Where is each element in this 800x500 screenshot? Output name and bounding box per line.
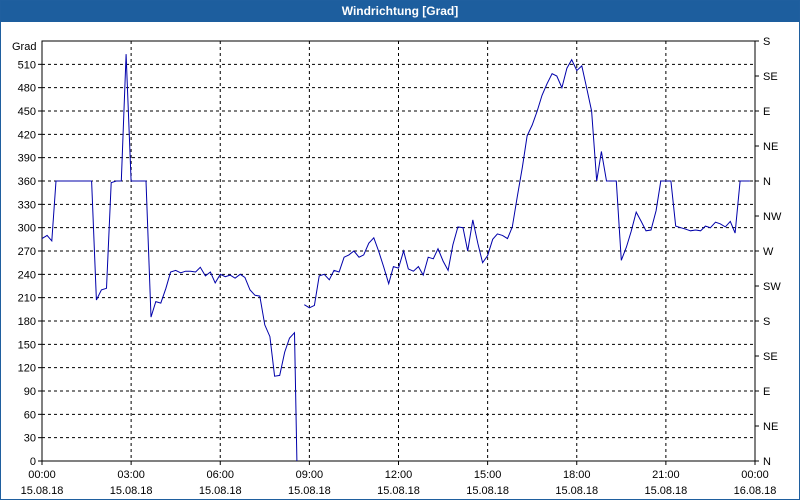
x-tick-date: 15.08.18: [644, 485, 687, 497]
compass-tick-label: E: [763, 106, 770, 118]
x-tick-date: 15.08.18: [110, 485, 153, 497]
compass-tick-label: SW: [763, 281, 781, 293]
compass-tick-label: S: [763, 316, 770, 328]
y-tick-label: 60: [24, 409, 36, 421]
y-tick-label: 0: [30, 456, 36, 468]
y-tick-label: 240: [18, 269, 36, 281]
x-tick-time: 15:00: [474, 469, 502, 481]
compass-tick-label: NE: [763, 421, 778, 433]
x-tick-date: 15.08.18: [466, 485, 509, 497]
compass-tick-label: N: [763, 176, 771, 188]
y-tick-label: 180: [18, 316, 36, 328]
compass-tick-label: S: [763, 36, 770, 48]
series-line: [41, 54, 298, 462]
x-tick-time: 12:00: [385, 469, 413, 481]
y-tick-label: 270: [18, 246, 36, 258]
y-tick-label: 360: [18, 176, 36, 188]
x-tick-time: 21:00: [652, 469, 680, 481]
wind-direction-chart: 0 30 60 90 120 150 180 210 240 270 300 330 360 390 420…: [12, 36, 782, 497]
x-tick-time: 03:00: [117, 469, 145, 481]
x-tick-time: 00:00: [28, 469, 56, 481]
y-tick-label: 330: [18, 199, 36, 211]
y-tick-label: 510: [18, 59, 36, 71]
compass-tick-label: NE: [763, 141, 778, 153]
y-tick-label: 480: [18, 83, 36, 95]
y-tick-label: 90: [24, 386, 36, 398]
y-tick-label: 420: [18, 129, 36, 141]
x-tick-date: 15.08.18: [21, 485, 64, 497]
y-tick-label: 150: [18, 339, 36, 351]
y-axis-label: Grad: [12, 41, 36, 53]
x-tick-time: 18:00: [563, 469, 591, 481]
series-group: [41, 54, 750, 462]
compass-tick-label: NW: [763, 211, 782, 223]
x-tick-date: 15.08.18: [377, 485, 420, 497]
y-tick-label: 300: [18, 223, 36, 235]
y-tick-label: 450: [18, 106, 36, 118]
x-tick-date: 16.08.18: [734, 485, 777, 497]
y-tick-label: 30: [24, 433, 36, 445]
x-tick-time: 00:00: [741, 469, 769, 481]
compass-tick-label: W: [763, 246, 774, 258]
x-axis: 00:00 15.08.18 03:00 15.08.18 06:00 15.08.18 0…: [21, 461, 777, 497]
y-axis-left: 0 30 60 90 120 150 180 210 240 270 300 330 360 390 420…: [18, 59, 42, 468]
x-tick-date: 15.08.18: [199, 485, 242, 497]
y-axis-right: N NE E SE S SW W NW N NE E SE S: [755, 36, 782, 468]
x-tick-time: 06:00: [206, 469, 234, 481]
compass-tick-label: SE: [763, 71, 778, 83]
x-tick-date: 15.08.18: [555, 485, 598, 497]
x-tick-time: 09:00: [296, 469, 324, 481]
compass-tick-label: E: [763, 386, 770, 398]
series-line: [304, 58, 750, 309]
compass-tick-label: N: [763, 456, 771, 468]
x-tick-date: 15.08.18: [288, 485, 331, 497]
y-tick-label: 210: [18, 293, 36, 305]
compass-tick-label: SE: [763, 351, 778, 363]
y-tick-label: 390: [18, 153, 36, 165]
y-tick-label: 120: [18, 363, 36, 375]
